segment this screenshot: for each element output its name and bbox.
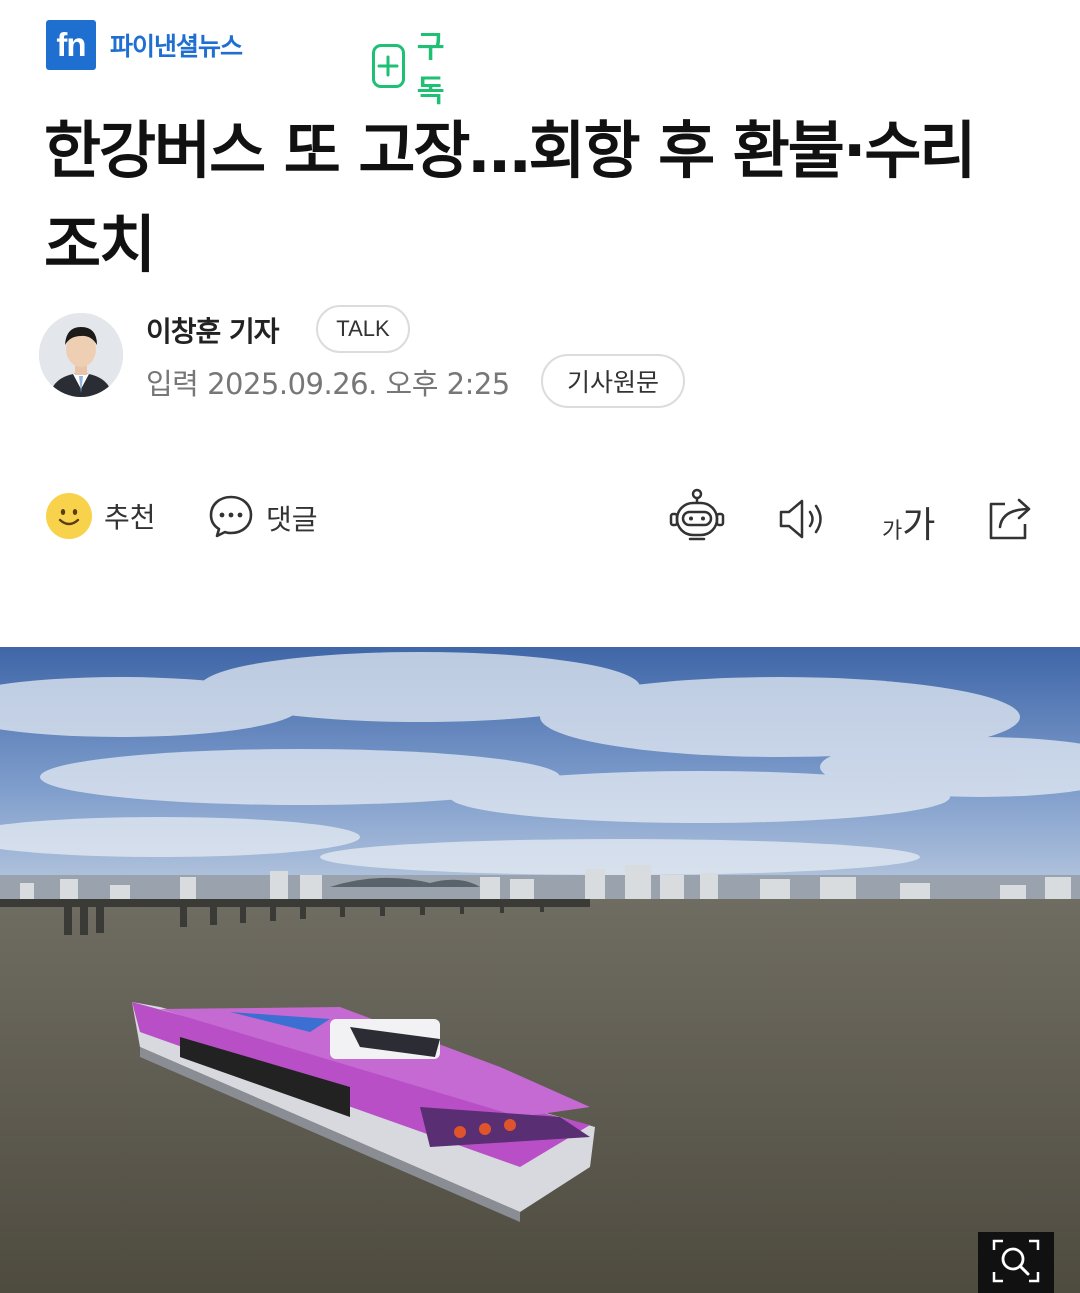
subscribe-label: 구독: [416, 30, 445, 109]
article-photo[interactable]: [0, 647, 1080, 1293]
share-button[interactable]: [985, 494, 1035, 546]
original-article-button[interactable]: 기사원문: [541, 354, 685, 408]
subscribe-button[interactable]: 구독: [372, 22, 455, 110]
brand-logo[interactable]: fn: [46, 20, 96, 70]
comment-button[interactable]: 댓글: [208, 493, 318, 543]
speech-bubble-icon: [208, 493, 254, 543]
reporter-avatar[interactable]: [39, 313, 123, 397]
talk-button[interactable]: TALK: [316, 305, 410, 353]
audio-read-button[interactable]: [778, 497, 830, 545]
smiley-icon: [46, 493, 92, 539]
reporter-name[interactable]: 이창훈 기자: [146, 310, 280, 350]
brand-name[interactable]: 파이낸셜뉴스: [110, 27, 243, 63]
font-size-button[interactable]: 가 가: [882, 496, 935, 548]
comment-label: 댓글: [266, 503, 318, 536]
robot-icon: [668, 488, 726, 548]
publish-date: 입력 2025.09.26. 오후 2:25: [146, 367, 510, 401]
recommend-label: 추천: [104, 501, 156, 534]
font-size-small: 가: [882, 519, 903, 544]
site-header: fn 파이낸셜뉴스 구독: [46, 18, 445, 109]
summary-bot-button[interactable]: [668, 488, 726, 548]
font-size-large: 가: [902, 505, 936, 546]
plus-icon: [372, 44, 405, 88]
share-icon: [985, 494, 1035, 546]
speaker-icon: [778, 497, 830, 545]
article-title: 한강버스 또 고장…회항 후 환불·수리 조치: [44, 114, 976, 281]
photo-zoom-button[interactable]: [978, 1232, 1054, 1293]
zoom-icon: [991, 1238, 1041, 1288]
recommend-button[interactable]: 추천: [46, 493, 156, 539]
